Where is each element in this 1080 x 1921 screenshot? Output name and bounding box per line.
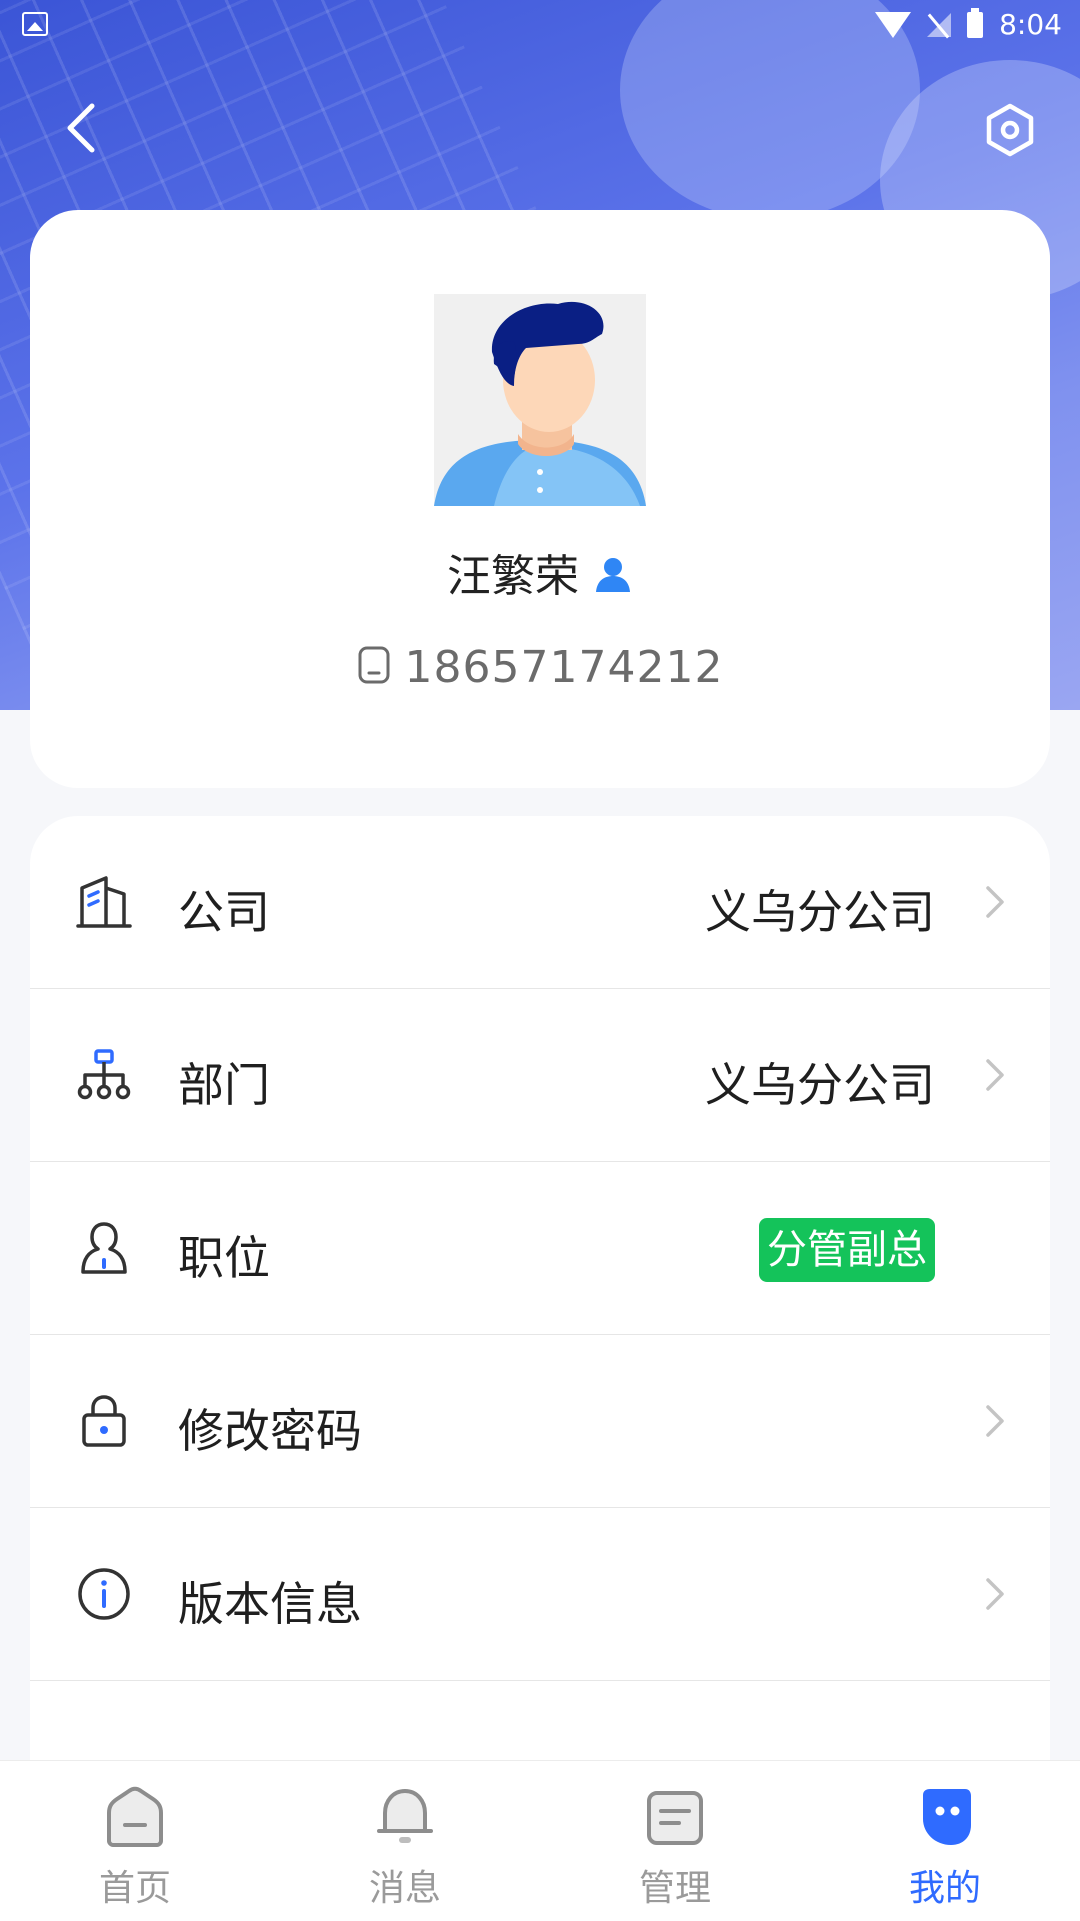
menu-item-label: 部门 (178, 1058, 270, 1112)
menu-item-label: 职位 (178, 1231, 270, 1285)
tab-label: 消息 (368, 1868, 441, 1909)
home-icon (107, 1786, 163, 1847)
chevron-right-icon (986, 1578, 1004, 1610)
battery-icon (967, 7, 984, 38)
no-signal-icon (927, 12, 952, 37)
info-icon (78, 1568, 130, 1620)
profile-name-row: 汪繁荣 (30, 540, 1050, 605)
tab-management[interactable]: 管理 (540, 1761, 810, 1921)
position-badge: 分管副总 (759, 1218, 935, 1282)
person-icon (593, 554, 633, 605)
profile-phone-row: 18657174212 (30, 642, 1050, 696)
lock-icon (82, 1395, 126, 1447)
avatar-illustration (434, 294, 646, 506)
menu-item-label: 版本信息 (178, 1577, 362, 1631)
tab-messages[interactable]: 消息 (270, 1761, 540, 1921)
settings-button[interactable] (980, 100, 1040, 160)
phone-icon (357, 645, 391, 696)
tab-me[interactable]: 我的 (810, 1761, 1080, 1921)
chevron-left-icon (67, 103, 95, 153)
profile-icon (923, 1789, 971, 1845)
org-chart-icon (77, 1049, 131, 1100)
bottom-tab-bar: 首页 消息 管理 我的 (0, 1760, 1080, 1921)
settings-hexagon-icon (986, 103, 1034, 157)
status-bar: 8:04 (0, 0, 1080, 50)
building-icon (76, 876, 132, 928)
menu-item-department[interactable]: 部门 义乌分公司 (30, 989, 1050, 1162)
profile-phone: 18657174212 (404, 642, 724, 693)
tab-label: 首页 (98, 1868, 171, 1909)
profile-card: 汪繁荣 18657174212 (30, 210, 1050, 788)
tab-label: 我的 (908, 1868, 981, 1909)
menu-item-value: 义乌分公司 (705, 885, 935, 939)
document-icon (647, 1791, 703, 1845)
back-button[interactable] (56, 98, 106, 158)
image-notification-icon (22, 12, 48, 36)
status-right: 8:04 (875, 7, 1062, 41)
tab-home[interactable]: 首页 (0, 1761, 270, 1921)
menu-item-label: 公司 (178, 885, 270, 939)
menu-item-change-password[interactable]: 修改密码 (30, 1335, 1050, 1508)
menu-card: 公司 义乌分公司 部门 义乌分公司 职位 分管副总 修改密码 版本信息 (30, 816, 1050, 1816)
chevron-right-icon (986, 886, 1004, 918)
profile-name: 汪繁荣 (447, 551, 579, 602)
chevron-right-icon (986, 1405, 1004, 1437)
wifi-icon (875, 11, 912, 38)
menu-item-label: 修改密码 (178, 1404, 362, 1458)
menu-item-position[interactable]: 职位 分管副总 (30, 1162, 1050, 1335)
menu-item-value: 义乌分公司 (705, 1058, 935, 1112)
status-time: 8:04 (999, 8, 1062, 41)
menu-item-version-info[interactable]: 版本信息 (30, 1508, 1050, 1681)
menu-item-company[interactable]: 公司 义乌分公司 (30, 816, 1050, 989)
tab-label: 管理 (638, 1868, 711, 1909)
chevron-right-icon (986, 1059, 1004, 1091)
person-outline-icon (81, 1222, 127, 1274)
avatar[interactable] (434, 294, 646, 506)
bell-icon (377, 1789, 433, 1843)
